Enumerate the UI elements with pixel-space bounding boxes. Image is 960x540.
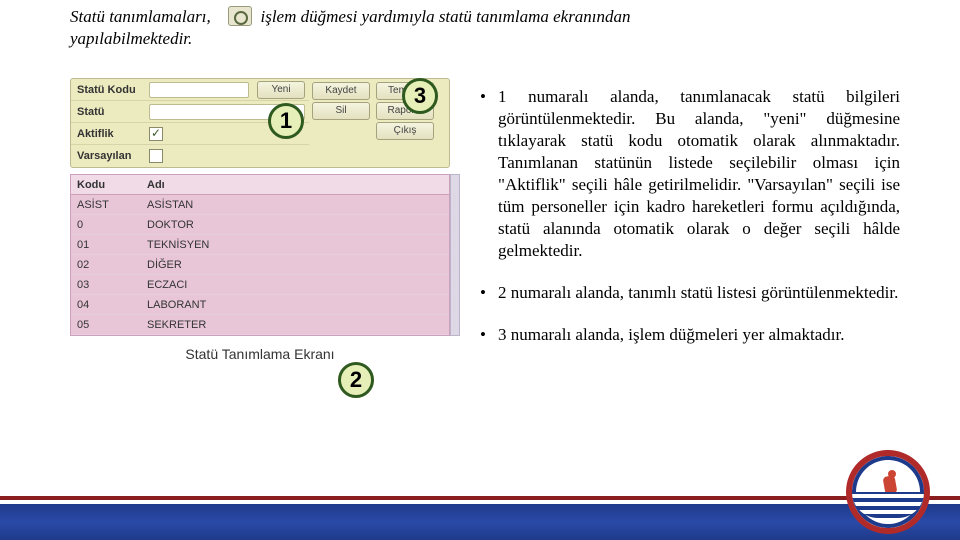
table-row[interactable]: ASİSTASİSTAN <box>71 195 449 215</box>
bullet-2: 2 numaralı alanda, tanımlı statü listesi… <box>480 282 900 304</box>
cell-adi: SEKRETER <box>141 319 449 331</box>
label-statu: Statü <box>71 106 145 118</box>
row-varsayilan: Varsayılan <box>71 145 309 167</box>
table-row[interactable]: 03ECZACI <box>71 275 449 295</box>
cell-kodu: 05 <box>71 319 141 331</box>
checkbox-aktiflik[interactable] <box>149 127 163 141</box>
cell-adi: LABORANT <box>141 299 449 311</box>
cell-adi: TEKNİSYEN <box>141 239 449 251</box>
list-panel: Kodu Adı ASİSTASİSTAN 0DOKTOR 01TEKNİSYE… <box>70 174 450 336</box>
row-statu-kodu: Statü Kodu Yeni <box>71 79 309 101</box>
cell-kodu: 0 <box>71 219 141 231</box>
marker-1: 1 <box>268 103 304 139</box>
table-row[interactable]: 05SEKRETER <box>71 315 449 335</box>
cell-kodu: 04 <box>71 299 141 311</box>
footer-blue-band <box>0 504 960 540</box>
logo-waves-icon <box>852 492 924 518</box>
header-adi: Adı <box>141 179 449 191</box>
action-icon <box>228 6 252 26</box>
form-panel: Statü Kodu Yeni Statü Aktiflik <box>70 78 450 168</box>
intro-left: Statü tanımlamaları, yapılabilmektedir. <box>70 6 220 50</box>
cikis-button[interactable]: Çıkış <box>376 122 434 140</box>
table-row[interactable]: 02DİĞER <box>71 255 449 275</box>
university-logo <box>846 450 930 534</box>
kaydet-button[interactable]: Kaydet <box>312 82 370 100</box>
cell-adi: ASİSTAN <box>141 199 449 211</box>
intro-right: işlem düğmesi yardımıyla statü tanımlama… <box>261 7 631 26</box>
cell-adi: DOKTOR <box>141 219 449 231</box>
list-header: Kodu Adı <box>71 175 449 195</box>
bullet-1: 1 numaralı alanda, tanımlanacak statü bi… <box>480 86 900 262</box>
marker-2: 2 <box>338 362 374 398</box>
sil-button[interactable]: Sil <box>312 102 370 120</box>
label-aktiflik: Aktiflik <box>71 128 145 140</box>
cell-kodu: 02 <box>71 259 141 271</box>
scrollbar[interactable] <box>450 174 460 336</box>
screenshot-caption: Statü Tanımlama Ekranı <box>70 346 450 362</box>
label-varsayilan: Varsayılan <box>71 150 145 162</box>
cell-kodu: 01 <box>71 239 141 251</box>
page: { "intro": { "left": "Statü tanımlamalar… <box>0 0 960 540</box>
table-row[interactable]: 01TEKNİSYEN <box>71 235 449 255</box>
intro-text: Statü tanımlamaları, yapılabilmektedir. … <box>70 6 890 50</box>
footer <box>0 496 960 540</box>
screenshot: Statü Kodu Yeni Statü Aktiflik <box>70 78 450 362</box>
footer-red-line <box>0 496 960 500</box>
bullet-list: 1 numaralı alanda, tanımlanacak statü bi… <box>480 86 900 366</box>
header-kodu: Kodu <box>71 179 141 191</box>
cell-kodu: 03 <box>71 279 141 291</box>
checkbox-varsayilan[interactable] <box>149 149 163 163</box>
cell-adi: DİĞER <box>141 259 449 271</box>
yeni-button[interactable]: Yeni <box>257 81 305 99</box>
input-statu-kodu[interactable] <box>149 82 249 98</box>
cell-kodu: ASİST <box>71 199 141 211</box>
label-statu-kodu: Statü Kodu <box>71 84 145 96</box>
marker-3: 3 <box>402 78 438 114</box>
table-row[interactable]: 0DOKTOR <box>71 215 449 235</box>
table-row[interactable]: 04LABORANT <box>71 295 449 315</box>
cell-adi: ECZACI <box>141 279 449 291</box>
bullet-3: 3 numaralı alanda, işlem düğmeleri yer a… <box>480 324 900 346</box>
